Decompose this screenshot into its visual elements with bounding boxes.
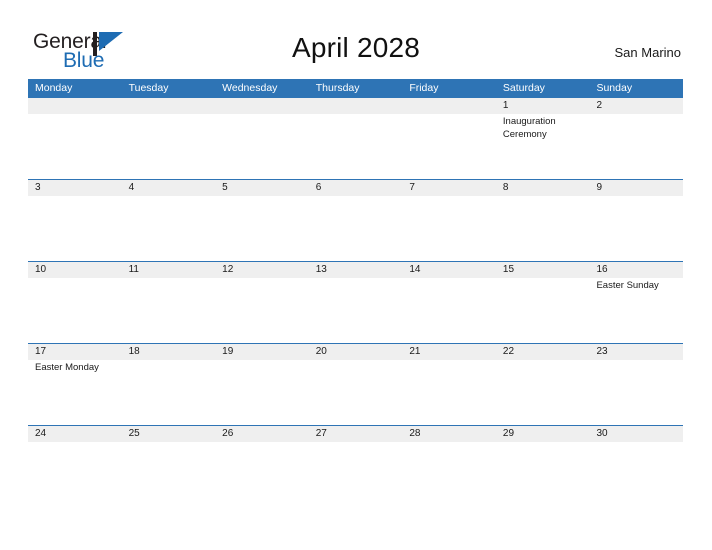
day-cell[interactable] bbox=[496, 262, 590, 343]
day-cell[interactable] bbox=[28, 262, 122, 343]
day-cell[interactable] bbox=[215, 180, 309, 261]
calendar-page: General Blue April 2028 San Marino Monda… bbox=[0, 0, 712, 550]
day-cell[interactable] bbox=[28, 426, 122, 507]
day-cell[interactable] bbox=[28, 98, 122, 179]
week-row: 3 4 5 6 7 8 9 bbox=[28, 179, 683, 261]
week-cells bbox=[28, 180, 683, 261]
day-cell[interactable] bbox=[589, 180, 683, 261]
country-label: San Marino bbox=[614, 45, 681, 60]
day-cell[interactable] bbox=[589, 98, 683, 179]
weekday-header-tuesday: Tuesday bbox=[128, 82, 169, 94]
day-cell[interactable] bbox=[122, 344, 216, 425]
weekday-header-friday: Friday bbox=[409, 82, 439, 94]
day-cell[interactable] bbox=[309, 426, 403, 507]
day-cell[interactable] bbox=[309, 262, 403, 343]
week-row: 1 2 Inauguration Ceremony bbox=[28, 97, 683, 179]
day-cell[interactable] bbox=[215, 98, 309, 179]
week-row: 10 11 12 13 14 15 16 Easter Sunday bbox=[28, 261, 683, 343]
week-row: 17 18 19 20 21 22 23 Easter Monday bbox=[28, 343, 683, 425]
day-cell[interactable] bbox=[215, 262, 309, 343]
calendar-grid: Monday Tuesday Wednesday Thursday Friday… bbox=[28, 79, 683, 507]
weekday-header-monday: Monday bbox=[35, 82, 73, 94]
day-cell[interactable] bbox=[122, 426, 216, 507]
day-cell[interactable]: Easter Monday bbox=[28, 344, 122, 425]
day-cell[interactable] bbox=[309, 344, 403, 425]
day-cell[interactable] bbox=[122, 262, 216, 343]
day-cell[interactable] bbox=[402, 426, 496, 507]
day-cell[interactable] bbox=[402, 344, 496, 425]
weekday-header-row: Monday Tuesday Wednesday Thursday Friday… bbox=[28, 79, 683, 97]
day-cell[interactable] bbox=[402, 262, 496, 343]
weekday-header-thursday: Thursday bbox=[315, 82, 360, 94]
day-cell[interactable] bbox=[122, 98, 216, 179]
day-cell[interactable] bbox=[215, 344, 309, 425]
weekday-header-saturday: Saturday bbox=[502, 82, 545, 94]
event-text: Easter Sunday bbox=[596, 280, 659, 291]
week-row: 24 25 26 27 28 29 30 bbox=[28, 425, 683, 507]
day-cell[interactable] bbox=[309, 98, 403, 179]
page-header: General Blue April 2028 San Marino bbox=[0, 0, 712, 79]
day-cell[interactable] bbox=[122, 180, 216, 261]
day-cell[interactable] bbox=[215, 426, 309, 507]
day-cell[interactable] bbox=[402, 180, 496, 261]
week-cells: Inauguration Ceremony bbox=[28, 98, 683, 179]
day-cell[interactable]: Easter Sunday bbox=[589, 262, 683, 343]
week-cells: Easter Monday bbox=[28, 344, 683, 425]
day-cell[interactable] bbox=[28, 180, 122, 261]
day-cell[interactable] bbox=[589, 344, 683, 425]
event-text: Easter Monday bbox=[35, 362, 99, 373]
weekday-header-sunday: Sunday bbox=[596, 82, 633, 94]
day-cell[interactable] bbox=[309, 180, 403, 261]
page-title: April 2028 bbox=[291, 32, 421, 63]
day-cell[interactable] bbox=[402, 98, 496, 179]
week-cells bbox=[28, 426, 683, 507]
day-cell[interactable]: Inauguration Ceremony bbox=[496, 98, 590, 179]
event-text: Inauguration Ceremony bbox=[502, 116, 556, 140]
day-cell[interactable] bbox=[496, 180, 590, 261]
weekday-header-wednesday: Wednesday bbox=[222, 82, 278, 94]
day-cell[interactable] bbox=[589, 426, 683, 507]
day-cell[interactable] bbox=[496, 344, 590, 425]
week-cells: Easter Sunday bbox=[28, 262, 683, 343]
day-cell[interactable] bbox=[496, 426, 590, 507]
